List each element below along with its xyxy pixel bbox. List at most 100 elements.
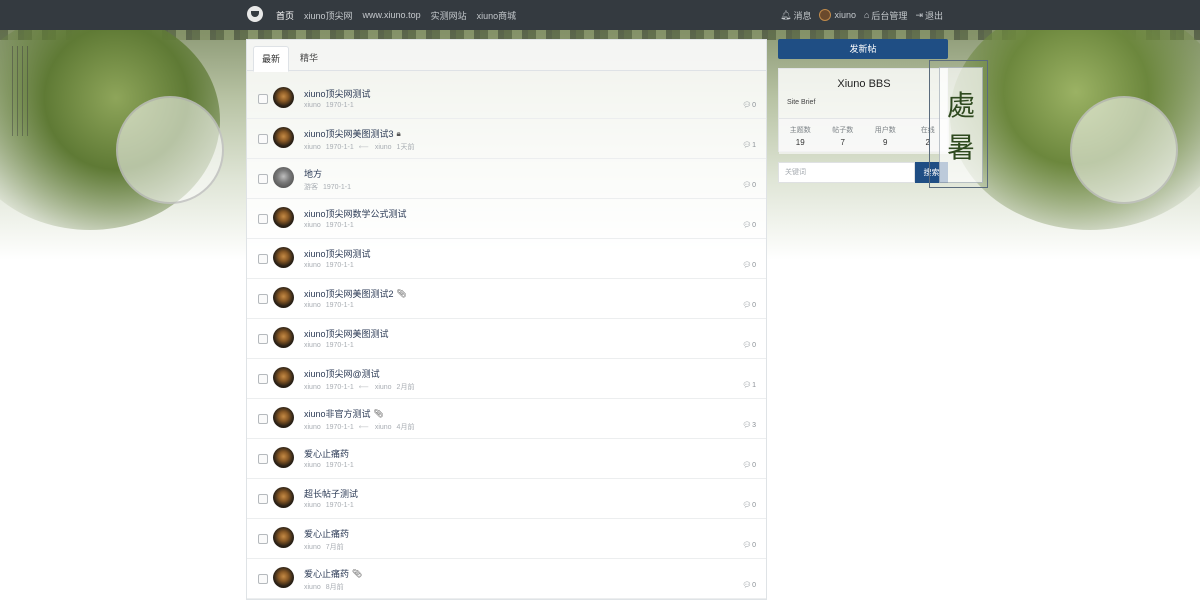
stat-value: 19 — [795, 138, 805, 147]
avatar[interactable] — [273, 407, 294, 428]
thread-author[interactable]: xiuno — [304, 424, 321, 431]
thread-title-link[interactable]: 超长帖子测试 — [304, 487, 358, 500]
reply-count-value: 0 — [752, 461, 756, 469]
thread-checkbox[interactable] — [258, 94, 268, 104]
search-input[interactable] — [778, 162, 915, 183]
thread-row[interactable]: xiuno顶尖网美图测试2 📎︎ xiuno 1970-1-1 💬︎ 0 — [247, 279, 766, 319]
avatar[interactable] — [273, 447, 294, 468]
thread-author[interactable]: xiuno — [304, 262, 321, 269]
thread-checkbox[interactable] — [258, 214, 268, 224]
reply-arrow-icon: ⟵ — [358, 144, 369, 151]
avatar[interactable] — [273, 527, 294, 548]
nav-link-www[interactable]: www.xiuno.top — [363, 10, 421, 20]
thread-author[interactable]: xiuno — [304, 102, 321, 109]
thread-checkbox[interactable] — [258, 494, 268, 504]
messages-link[interactable]: 🔔︎ 消息 — [780, 9, 811, 22]
paperclip-icon: 📎︎ — [352, 569, 363, 578]
comment-icon: 💬︎ — [742, 182, 752, 189]
thread-checkbox[interactable] — [258, 174, 268, 184]
thread-checkbox[interactable] — [258, 374, 268, 384]
thread-row[interactable]: xiuno顶尖网美图测试3 🔒︎ xiuno 1970-1-1 ⟵ xiuno 1天前 💬︎ 1 — [247, 119, 766, 159]
last-reply-user[interactable]: xiuno — [375, 144, 392, 151]
thread-author[interactable]: xiuno — [304, 144, 321, 151]
comment-icon: 💬︎ — [742, 342, 752, 349]
thread-row[interactable]: xiuno顶尖网美图测试 xiuno 1970-1-1 💬︎ 0 — [247, 319, 766, 359]
thread-row[interactable]: 超长帖子测试 xiuno 1970-1-1 💬︎ 0 — [247, 479, 766, 519]
thread-checkbox[interactable] — [258, 254, 268, 264]
thread-row[interactable]: 爱心止痛药 xiuno 1970-1-1 💬︎ 0 — [247, 439, 766, 479]
last-reply-user[interactable]: xiuno — [375, 384, 392, 391]
thread-checkbox[interactable] — [258, 294, 268, 304]
thread-author[interactable]: xiuno — [304, 462, 321, 469]
user-link[interactable]: xiuno — [819, 9, 856, 21]
admin-link[interactable]: ⌂ 后台管理 — [864, 9, 907, 22]
last-reply-user[interactable]: xiuno — [375, 424, 392, 431]
thread-title-link[interactable]: xiuno顶尖网美图测试3 🔒︎ — [304, 127, 401, 140]
thread-date: 7月前 — [325, 544, 344, 551]
reply-count: 💬︎ 3 — [742, 421, 756, 430]
thread-author[interactable]: xiuno — [304, 342, 321, 349]
thread-title-link[interactable]: 地方 — [304, 167, 322, 180]
thread-author[interactable]: xiuno — [304, 584, 321, 591]
thread-author[interactable]: xiuno — [304, 222, 321, 229]
tab-digest[interactable]: 精华 — [300, 46, 318, 70]
thread-row[interactable]: xiuno顶尖网测试 xiuno 1970-1-1 💬︎ 0 — [247, 239, 766, 279]
thread-title-link[interactable]: 爱心止痛药 — [304, 527, 349, 540]
new-thread-button[interactable]: 发新帖 — [778, 39, 948, 59]
avatar[interactable] — [273, 167, 294, 188]
avatar[interactable] — [273, 87, 294, 108]
avatar[interactable] — [273, 247, 294, 268]
avatar[interactable] — [273, 327, 294, 348]
nav-link-xiuno-top[interactable]: xiuno顶尖网 — [304, 9, 353, 22]
thread-author[interactable]: xiuno — [304, 384, 321, 391]
thread-row[interactable]: xiuno顶尖网测试 xiuno 1970-1-1 💬︎ 0 — [247, 79, 766, 119]
nav-link-home[interactable]: 首页 — [276, 9, 294, 22]
thread-title-link[interactable]: xiuno顶尖网美图测试2 📎︎ — [304, 287, 407, 300]
bell-icon: 🔔︎ — [780, 9, 792, 20]
thread-row[interactable]: xiuno顶尖网数学公式测试 xiuno 1970-1-1 💬︎ 0 — [247, 199, 766, 239]
stat-label: 用户数 — [874, 127, 896, 134]
nav-link-store[interactable]: xiuno商城 — [477, 9, 517, 22]
avatar[interactable] — [273, 287, 294, 308]
thread-title-link[interactable]: xiuno顶尖网美图测试 — [304, 327, 389, 340]
reply-count-value: 0 — [752, 261, 756, 269]
stat-posts: 帖子数 7 — [822, 119, 865, 154]
thread-title: 爱心止痛药 — [304, 529, 350, 539]
thread-author[interactable]: xiuno — [304, 502, 321, 509]
thread-title-link[interactable]: xiuno非官方测试 📎︎ — [304, 407, 384, 420]
nav-link-test-site[interactable]: 实测网站 — [431, 9, 467, 22]
thread-checkbox[interactable] — [258, 534, 268, 544]
thread-author[interactable]: 游客 — [304, 184, 318, 191]
thread-author[interactable]: xiuno — [304, 544, 321, 551]
logout-link[interactable]: ⇥ 退出 — [915, 9, 943, 22]
thread-row[interactable]: 爱心止痛药 xiuno 7月前 💬︎ 0 — [247, 519, 766, 559]
thread-checkbox[interactable] — [258, 454, 268, 464]
thread-title-link[interactable]: xiuno顶尖网数学公式测试 — [304, 207, 407, 220]
thread-checkbox[interactable] — [258, 574, 268, 584]
thread-title-link[interactable]: 爱心止痛药 📎︎ — [304, 567, 362, 580]
admin-label: 后台管理 — [871, 10, 908, 21]
thread-row[interactable]: xiuno非官方测试 📎︎ xiuno 1970-1-1 ⟵ xiuno 4月前 💬︎ 3 — [247, 399, 766, 439]
avatar[interactable] — [273, 207, 294, 228]
tab-latest[interactable]: 最新 — [253, 46, 289, 72]
thread-row[interactable]: 地方 游客 1970-1-1 💬︎ 0 — [247, 159, 766, 199]
thread-checkbox[interactable] — [258, 134, 268, 144]
thread-date: 1970-1-1 — [325, 144, 354, 151]
thread-title-link[interactable]: 爱心止痛药 — [304, 447, 349, 460]
thread-author[interactable]: xiuno — [304, 302, 321, 309]
site-logo[interactable] — [247, 6, 263, 22]
avatar[interactable] — [273, 567, 294, 588]
thread-title-link[interactable]: xiuno顶尖网@测试 — [304, 367, 380, 380]
thread-row[interactable]: 爱心止痛药 📎︎ xiuno 8月前 💬︎ 0 — [247, 559, 766, 599]
thread-title-link[interactable]: xiuno顶尖网测试 — [304, 87, 371, 100]
thread-checkbox[interactable] — [258, 334, 268, 344]
reply-count-value: 0 — [752, 541, 756, 549]
thread-checkbox[interactable] — [258, 414, 268, 424]
reply-count-value: 1 — [752, 381, 756, 389]
site-brief: Site Brief — [787, 99, 816, 106]
thread-title-link[interactable]: xiuno顶尖网测试 — [304, 247, 371, 260]
avatar[interactable] — [273, 127, 294, 148]
avatar[interactable] — [273, 367, 294, 388]
thread-row[interactable]: xiuno顶尖网@测试 xiuno 1970-1-1 ⟵ xiuno 2月前 💬︎ 1 — [247, 359, 766, 399]
avatar[interactable] — [273, 487, 294, 508]
